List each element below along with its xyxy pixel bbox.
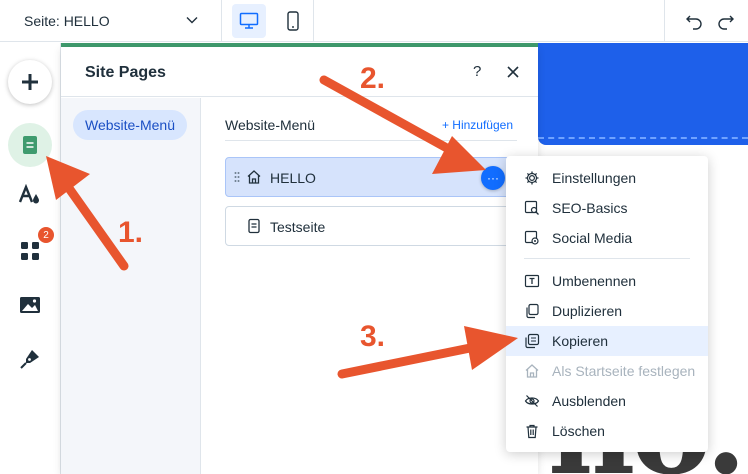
image-icon — [20, 297, 40, 313]
social-icon — [524, 230, 539, 245]
desktop-icon — [239, 12, 259, 29]
menu-item-einstellungen[interactable]: Einstellungen — [506, 163, 708, 193]
chevron-down-icon — [186, 17, 198, 24]
page-row-hello[interactable]: HELLO — [225, 157, 517, 197]
menu-item-social-media[interactable]: Social Media — [506, 223, 708, 253]
pages-button[interactable] — [8, 123, 52, 167]
page-selector-label: Seite: HELLO — [24, 13, 110, 29]
apps-grid-icon — [21, 242, 39, 260]
tab-website-menu[interactable]: Website-Menü — [73, 110, 187, 140]
drag-handle-icon[interactable] — [234, 171, 240, 183]
page-selector[interactable]: Seite: HELLO — [0, 0, 222, 42]
menu-section-title: Website-Menü — [225, 117, 316, 133]
design-button[interactable] — [8, 173, 52, 217]
page-icon — [23, 136, 37, 154]
plus-icon — [22, 74, 38, 90]
help-button[interactable]: ? — [473, 63, 481, 80]
close-icon[interactable] — [505, 64, 521, 80]
annotation-number-3: 3. — [360, 320, 386, 353]
menu-item-startseite: Als Startseite festlegen — [506, 356, 708, 386]
menu-label: Kopieren — [552, 333, 609, 349]
eye-hidden-icon — [524, 395, 540, 407]
menu-label: Einstellungen — [552, 170, 637, 186]
blog-button[interactable] — [8, 337, 52, 381]
section-divider — [538, 137, 748, 139]
menu-label: Social Media — [552, 230, 633, 246]
undo-redo-group — [664, 0, 748, 42]
menu-item-umbenennen[interactable]: Umbenennen — [506, 266, 708, 296]
menu-label: Umbenennen — [552, 273, 637, 289]
menu-section-header: Website-Menü + Hinzufügen — [225, 115, 517, 141]
undo-icon[interactable] — [685, 12, 703, 30]
trash-icon — [526, 424, 538, 439]
mobile-view-button[interactable] — [276, 4, 310, 38]
redo-icon[interactable] — [717, 12, 735, 30]
page-row-testseite[interactable]: Testseite — [225, 206, 517, 246]
menu-item-seo-basics[interactable]: SEO-Basics — [506, 193, 708, 223]
site-header-band — [538, 43, 748, 145]
panel-header: Site Pages ? — [61, 47, 538, 97]
duplicate-icon — [526, 303, 539, 319]
gear-icon — [525, 171, 539, 185]
menu-item-duplizieren[interactable]: Duplizieren — [506, 296, 708, 326]
device-switcher — [222, 0, 314, 42]
page-context-menu: Einstellungen SEO-Basics Social Media Um… — [506, 156, 708, 452]
menu-item-kopieren[interactable]: Kopieren — [506, 326, 708, 356]
menu-label: Löschen — [552, 423, 605, 439]
home-icon — [525, 364, 539, 378]
more-actions-button[interactable]: ··· — [481, 166, 505, 190]
seo-icon — [524, 200, 539, 215]
page-label-hello: HELLO — [270, 170, 316, 186]
menu-label: Als Startseite festlegen — [552, 363, 696, 379]
panel-sidebar: Website-Menü — [61, 98, 201, 474]
desktop-view-button[interactable] — [232, 4, 266, 38]
site-pages-panel: Site Pages ? Website-Menü Website-Menü +… — [61, 47, 538, 474]
menu-label: SEO-Basics — [552, 200, 628, 216]
top-bar: Seite: HELLO — [0, 0, 748, 42]
home-icon — [247, 170, 261, 184]
left-toolbar — [0, 43, 61, 474]
add-elements-button[interactable] — [8, 60, 52, 104]
annotation-number-2: 2. — [360, 62, 386, 95]
media-button[interactable] — [8, 283, 52, 327]
annotation-number-1: 1. — [118, 216, 144, 249]
add-page-link[interactable]: + Hinzufügen — [442, 118, 513, 132]
page-icon — [248, 218, 260, 234]
menu-label: Ausblenden — [552, 393, 626, 409]
panel-title: Site Pages — [85, 64, 166, 81]
copy-icon — [525, 333, 540, 349]
menu-item-loeschen[interactable]: Löschen — [506, 416, 708, 446]
pen-icon — [20, 350, 39, 369]
font-drop-icon — [18, 184, 39, 204]
mobile-icon — [287, 11, 299, 31]
page-label-testseite: Testseite — [270, 219, 326, 235]
menu-separator — [524, 258, 690, 259]
menu-item-ausblenden[interactable]: Ausblenden — [506, 386, 708, 416]
menu-label: Duplizieren — [552, 303, 623, 319]
apps-badge: 2 — [38, 227, 54, 243]
rename-icon — [524, 274, 540, 288]
